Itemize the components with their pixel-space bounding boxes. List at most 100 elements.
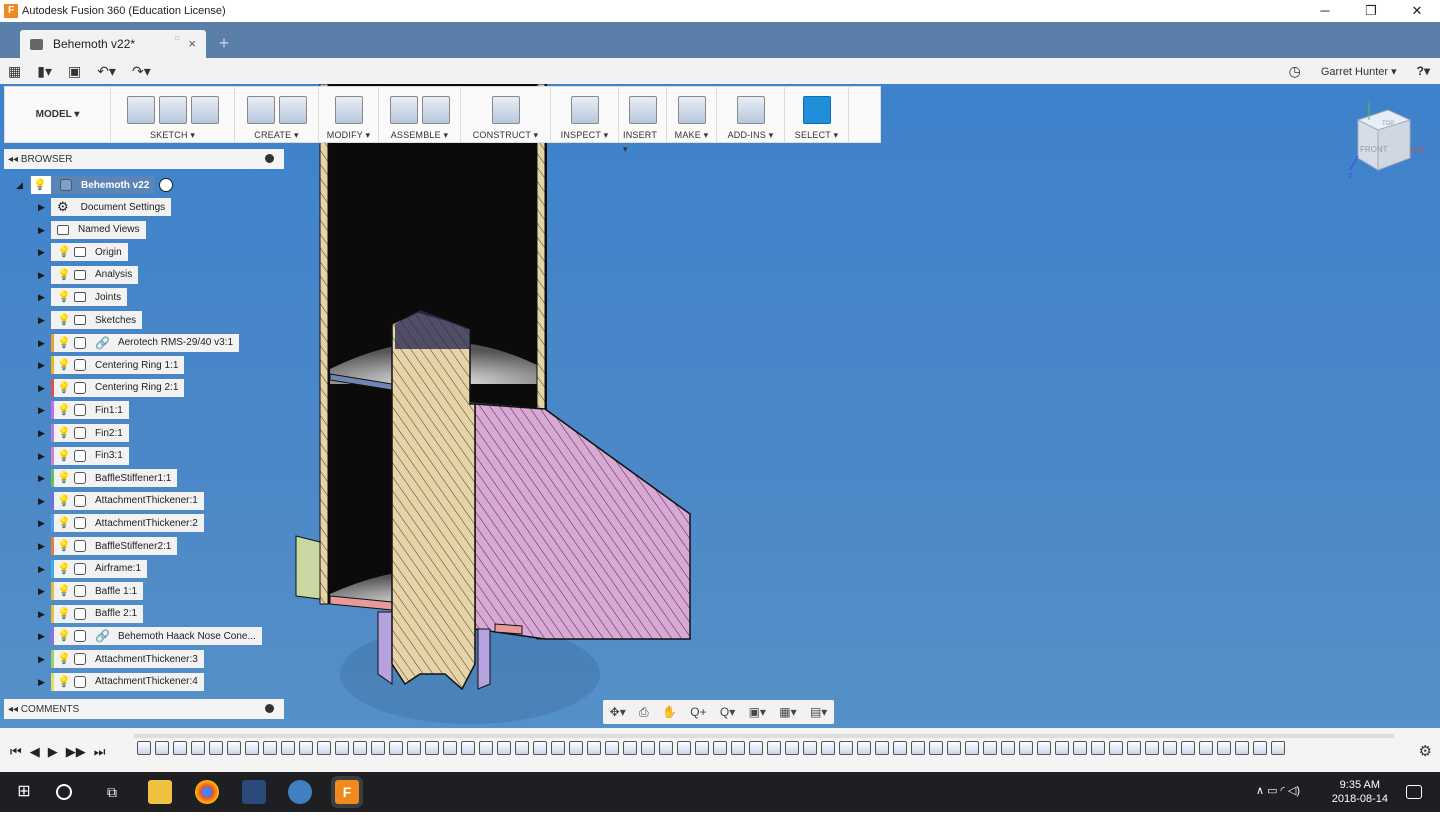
new-tab-button[interactable]: + [212,32,236,56]
toolbar-group-label[interactable]: CREATE ▾ [254,128,298,142]
browser-node[interactable]: 💡 BaffleStiffener1:1 [51,469,178,488]
tool-icon[interactable] [421,96,450,124]
browser-item[interactable]: ▶ 💡 Fin3:1 [38,446,129,465]
tool-icon[interactable] [628,96,657,124]
visibility-bulb-icon[interactable]: 💡 [57,608,71,620]
chrome-icon[interactable] [195,780,219,804]
timeline-feature-icon[interactable] [173,741,187,755]
toolbar-group-5[interactable]: INSPECT ▾ [551,87,619,142]
file-menu-button[interactable]: ▮▾ [29,58,60,84]
close-button[interactable]: ✕ [1394,0,1440,22]
browser-node[interactable]: Named Views [51,220,146,239]
visibility-bulb-icon[interactable]: 💡 [57,676,71,688]
browser-node[interactable]: 💡 Sketches [51,311,143,329]
notifications-icon[interactable] [1406,785,1422,799]
expand-icon[interactable]: ▶ [38,541,47,551]
expand-icon[interactable]: ▶ [38,270,47,280]
toolbar-group-9[interactable]: SELECT ▾ [785,87,849,142]
collapse-icon[interactable]: ◢ [16,180,25,190]
nav-tool-icon[interactable]: ▤▾ [810,705,827,719]
browser-node[interactable]: 💡 Airframe:1 [51,559,148,578]
expand-icon[interactable]: ▶ [38,473,47,483]
timeline-feature-icon[interactable] [443,741,457,755]
expand-icon[interactable]: ▶ [38,518,47,528]
browser-node[interactable]: 💡 Fin1:1 [51,401,129,420]
browser-item[interactable]: ▶ 💡 Sketches [38,311,143,329]
expand-icon[interactable]: ▶ [38,586,47,596]
browser-node[interactable]: 💡 🔗 Aerotech RMS-29/40 v3:1 [51,333,240,352]
timeline-feature-icon[interactable] [389,741,403,755]
visibility-bulb-icon[interactable]: 💡 [57,495,71,507]
expand-icon[interactable]: ▶ [38,383,47,393]
tool-icon[interactable] [570,96,599,124]
expand-icon[interactable]: ▶ [38,202,47,212]
timeline-feature-icon[interactable] [371,741,385,755]
timeline-control-button[interactable]: ⏭ [94,744,106,760]
timeline-feature-icon[interactable] [911,741,925,755]
toolbar-group-label[interactable]: INSPECT ▾ [561,128,609,142]
timeline-feature-icon[interactable] [659,741,673,755]
timeline-feature-icon[interactable] [947,741,961,755]
tool-icon[interactable] [389,96,418,124]
visibility-bulb-icon[interactable]: 💡 [57,337,71,349]
timeline-feature-icon[interactable] [245,741,259,755]
browser-item[interactable]: ▶ Named Views [38,220,146,239]
timeline-feature-icon[interactable] [983,741,997,755]
toolbar-group-label[interactable]: MODIFY ▾ [327,128,370,142]
browser-item[interactable]: ▶ 💡 🔗 Aerotech RMS-29/40 v3:1 [38,333,240,352]
browser-node[interactable]: 💡 AttachmentThickener:1 [51,491,204,510]
expand-icon[interactable]: ▶ [38,496,47,506]
visibility-bulb-icon[interactable]: 💡 [57,450,71,462]
toolbar-group-0[interactable]: SKETCH ▾ [111,87,235,142]
timeline-feature-icon[interactable] [1127,741,1141,755]
toolbar-group-4[interactable]: CONSTRUCT ▾ [461,87,551,142]
visibility-bulb-icon[interactable]: 💡 [57,630,71,642]
timeline-feature-icon[interactable] [1019,741,1033,755]
visibility-bulb-icon[interactable]: 💡 [57,517,71,529]
expand-icon[interactable]: ▶ [38,247,47,257]
browser-item[interactable]: ▶ 💡 Joints [38,288,128,307]
expand-icon[interactable]: ▶ [38,654,47,664]
browser-panel-header[interactable]: ◂◂ BROWSER [4,149,284,169]
close-tab-icon[interactable]: × [188,36,196,51]
expand-icon[interactable]: ▶ [38,292,47,302]
visibility-bulb-icon[interactable]: 💡 [57,472,71,484]
visibility-bulb-icon[interactable]: 💡 [57,359,71,371]
fusion-taskbar-icon[interactable]: F [335,780,359,804]
pin-icon[interactable] [265,154,274,163]
tool-icon[interactable] [334,96,363,124]
timeline-feature-icon[interactable] [731,741,745,755]
toolbar-group-6[interactable]: INSERT ▾ [619,87,667,154]
visibility-bulb-icon[interactable]: 💡 [57,269,71,281]
timeline-feature-icon[interactable] [479,741,493,755]
toolbar-group-label[interactable]: SELECT ▾ [795,128,838,142]
timeline-feature-icon[interactable] [353,741,367,755]
nav-tool-icon[interactable]: Q+ [690,705,706,719]
browser-node[interactable]: 💡 BaffleStiffener2:1 [51,537,178,555]
toolbar-group-2[interactable]: MODIFY ▾ [319,87,379,142]
activate-radio-icon[interactable] [159,178,174,192]
nav-tool-icon[interactable]: ✥▾ [610,705,626,719]
timeline-feature-icon[interactable] [857,741,871,755]
expand-icon[interactable]: ▶ [38,338,47,348]
timeline-feature-icon[interactable] [317,741,331,755]
browser-node[interactable]: 💡 Analysis [51,265,139,284]
timeline-feature-icon[interactable] [227,741,241,755]
nav-tool-icon[interactable]: ⎙ [639,705,649,720]
browser-node[interactable]: ⚙ Document Settings [51,198,172,216]
view-cube[interactable]: TOP FRONT Y X Z [1348,100,1428,180]
visibility-bulb-icon[interactable]: 💡 [57,427,71,439]
timeline-feature-icon[interactable] [749,741,763,755]
browser-item[interactable]: ▶ 💡 Baffle 2:1 [38,604,144,623]
nav-tool-icon[interactable]: Q▾ [720,705,735,719]
timeline-feature-icon[interactable] [335,741,349,755]
timeline-settings-icon[interactable]: ⚙ [1419,742,1432,760]
root-node[interactable]: Behemoth v22 [51,176,156,194]
paint-icon[interactable] [288,780,312,804]
browser-item[interactable]: ▶ 💡 Origin [38,243,128,262]
timeline-feature-icon[interactable] [407,741,421,755]
timeline-feature-icon[interactable] [623,741,637,755]
system-tray[interactable]: ∧ ▭ ◜ ◁) [1256,784,1300,797]
timeline-feature-icon[interactable] [569,741,583,755]
visibility-bulb-icon[interactable]: 💡 [57,540,71,552]
